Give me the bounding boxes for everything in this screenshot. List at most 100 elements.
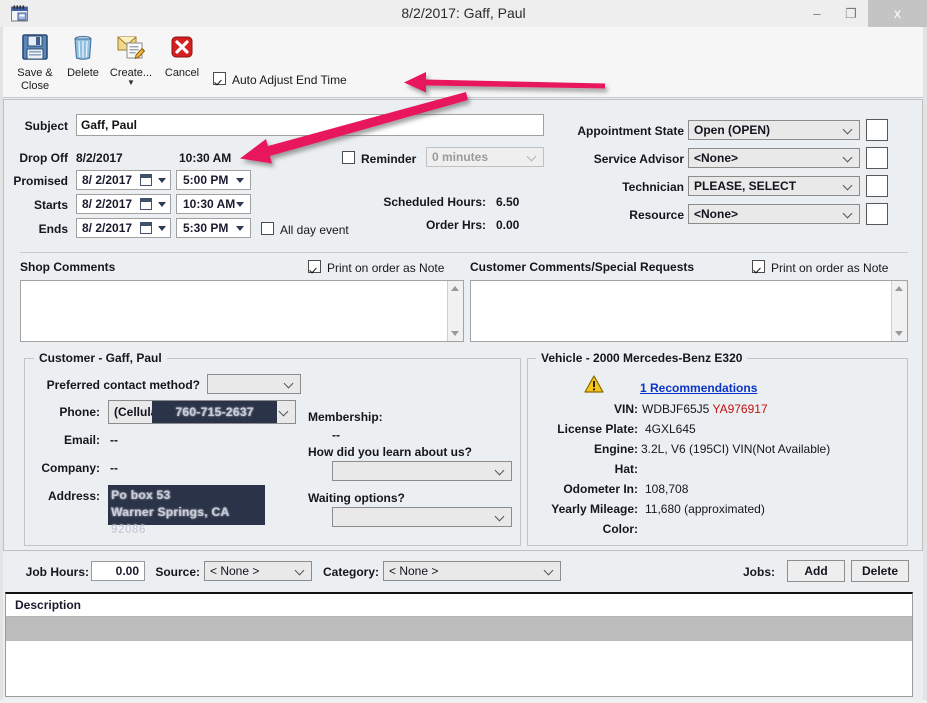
subject-input[interactable]: Gaff, Paul [76, 114, 544, 136]
company-value: -- [110, 461, 118, 475]
phone-value-redacted: 760-715-2637 [152, 401, 277, 423]
promised-date-value: 8/ 2/2017 [82, 173, 133, 187]
ends-date-value: 8/ 2/2017 [82, 221, 133, 235]
vin-label: VIN: [614, 402, 638, 416]
ends-time-input[interactable]: 5:30 PM [176, 218, 251, 238]
category-select[interactable]: < None > [383, 561, 561, 581]
add-job-button[interactable]: Add [787, 560, 845, 582]
description-column-header[interactable]: Description [15, 594, 81, 616]
maximize-button[interactable]: ❐ [834, 0, 868, 27]
service-advisor-picker-button[interactable] [866, 147, 888, 169]
appointment-state-select[interactable]: Open (OPEN) [688, 120, 860, 140]
waiting-options-label: Waiting options? [308, 491, 405, 505]
starts-date-input[interactable]: 8/ 2/2017 [76, 194, 171, 214]
jobs-grid-header: Description [6, 594, 912, 617]
window-right-edge [923, 27, 927, 700]
company-label: Company: [41, 461, 100, 475]
chevron-down-icon [496, 466, 505, 475]
technician-select[interactable]: PLEASE, SELECT [688, 176, 860, 196]
scroll-down-icon[interactable] [895, 331, 903, 336]
chevron-down-icon [296, 566, 305, 575]
promised-time-input[interactable]: 5:00 PM [176, 170, 251, 190]
customer-comments-label: Customer Comments/Special Requests [470, 260, 695, 274]
chevron-down-icon[interactable] [236, 178, 244, 183]
dropoff-time-value: 10:30 AM [179, 151, 232, 165]
order-hrs-value: 0.00 [496, 218, 520, 232]
job-hours-label: Job Hours: [25, 565, 89, 579]
jobs-grid[interactable]: Description [5, 592, 913, 697]
calendar-icon[interactable] [140, 198, 152, 210]
phone-label: Phone: [59, 405, 100, 419]
chevron-down-icon[interactable] [158, 202, 166, 207]
source-value: < None > [210, 564, 260, 578]
source-select[interactable]: < None > [204, 561, 312, 581]
waiting-options-select[interactable] [332, 507, 512, 527]
create-button[interactable]: Create... ▼ [104, 30, 158, 87]
scroll-down-icon[interactable] [451, 331, 459, 336]
order-hrs-label: Order Hrs: [425, 218, 486, 232]
create-note-icon [104, 30, 158, 66]
vin-value-highlight: YA976917 [712, 402, 768, 416]
learn-about-us-select[interactable] [332, 461, 512, 481]
chevron-down-icon[interactable] [158, 178, 166, 183]
resource-picker-button[interactable] [866, 203, 888, 225]
ends-label: Ends [38, 222, 68, 236]
reminder-duration-select[interactable]: 0 minutes [426, 147, 544, 167]
delete-button[interactable]: Delete [56, 30, 110, 79]
chevron-down-icon[interactable] [236, 202, 244, 207]
shop-comments-scrollbar[interactable] [447, 281, 463, 341]
delete-label: Delete [67, 67, 99, 79]
service-advisor-select[interactable]: <None> [688, 148, 860, 168]
auto-adjust-end-time-checkbox[interactable]: Auto Adjust End Time [213, 72, 347, 87]
chevron-down-icon[interactable] [236, 226, 244, 231]
calendar-icon[interactable] [140, 174, 152, 186]
auto-adjust-end-time-label: Auto Adjust End Time [232, 73, 347, 87]
cancel-label: Cancel [164, 67, 200, 79]
promised-date-input[interactable]: 8/ 2/2017 [76, 170, 171, 190]
shop-comments-textarea[interactable] [20, 280, 464, 342]
customer-comments-scrollbar[interactable] [891, 281, 907, 341]
starts-time-value: 10:30 AM [183, 197, 236, 211]
odometer-in-value: 108,708 [645, 482, 689, 496]
scroll-up-icon[interactable] [895, 286, 903, 291]
preferred-contact-label: Preferred contact method? [46, 378, 200, 392]
email-label: Email: [63, 433, 100, 447]
job-hours-input[interactable]: 0.00 [91, 561, 145, 581]
calendar-icon[interactable] [140, 222, 152, 234]
delete-job-button[interactable]: Delete [851, 560, 909, 582]
yearly-mileage-value: 11,680 (approximated) [645, 502, 765, 516]
resource-select[interactable]: <None> [688, 204, 860, 224]
engine-label: Engine: [594, 442, 638, 456]
preferred-contact-select[interactable] [207, 374, 301, 394]
customer-print-label: Print on order as Note [771, 261, 889, 275]
reminder-checkbox[interactable]: Reminder [342, 151, 416, 166]
ends-date-input[interactable]: 8/ 2/2017 [76, 218, 171, 238]
shop-print-on-order-checkbox[interactable]: Print on order as Note [308, 260, 444, 275]
checkbox-box [342, 151, 355, 164]
customer-print-on-order-checkbox[interactable]: Print on order as Note [752, 260, 888, 275]
save-and-close-button[interactable]: Save & Close [8, 30, 62, 92]
license-plate-label: License Plate: [557, 422, 638, 436]
appointment-state-picker-button[interactable] [866, 119, 888, 141]
customer-group-title: Customer - Gaff, Paul [34, 351, 167, 365]
create-dropdown-caret-icon[interactable]: ▼ [104, 79, 158, 87]
chevron-down-icon[interactable] [158, 226, 166, 231]
close-button[interactable]: x [868, 0, 927, 27]
recommendations-link[interactable]: 1 Recommendations [640, 381, 757, 395]
section-divider [20, 252, 908, 253]
scroll-up-icon[interactable] [451, 286, 459, 291]
reminder-duration-value: 0 minutes [432, 150, 489, 164]
resource-label: Resource [629, 208, 684, 222]
starts-time-input[interactable]: 10:30 AM [176, 194, 251, 214]
address-line-1: Po box 53 [111, 488, 171, 502]
customer-comments-textarea[interactable] [470, 280, 908, 342]
reminder-label: Reminder [361, 152, 417, 166]
technician-picker-button[interactable] [866, 175, 888, 197]
source-label: Source: [155, 565, 200, 579]
license-plate-value: 4GXL645 [645, 422, 696, 436]
cancel-button[interactable]: Cancel [155, 30, 209, 79]
jobs-grid-selected-row[interactable] [6, 617, 912, 641]
minimize-button[interactable]: – [800, 0, 834, 27]
starts-date-value: 8/ 2/2017 [82, 197, 133, 211]
address-line-2: Warner Springs, CA 92086 [111, 505, 229, 536]
